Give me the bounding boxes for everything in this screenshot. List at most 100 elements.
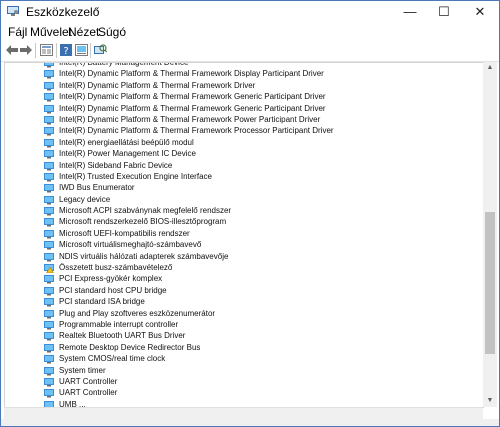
device-row[interactable]: Intel(R) Trusted Execution Engine Interf… — [5, 171, 483, 182]
menu-action[interactable]: Művelet — [30, 25, 72, 39]
warning-device-icon — [44, 262, 54, 274]
back-arrow-icon[interactable] — [5, 43, 19, 57]
scrollbar-thumb[interactable] — [485, 212, 495, 354]
device-row[interactable]: Microsoft ACPI szabványnak megfelelő ren… — [5, 205, 483, 216]
device-manager-app-icon — [7, 6, 19, 17]
device-label: Intel(R) Sideband Fabric Device — [59, 160, 173, 170]
device-label: PCI standard host CPU bridge — [59, 285, 167, 295]
device-row[interactable]: Intel(R) Dynamic Platform & Thermal Fram… — [5, 80, 483, 91]
device-label: System timer — [59, 365, 106, 375]
system-device-icon — [44, 330, 54, 341]
system-device-icon — [44, 171, 54, 182]
system-device-icon — [44, 148, 54, 159]
device-row[interactable]: Programmable interrupt controller — [5, 319, 483, 330]
device-row[interactable]: Microsoft rendszerkezelő BIOS-illesztőpr… — [5, 216, 483, 227]
system-device-icon — [44, 239, 54, 250]
update-driver-icon[interactable] — [74, 43, 88, 57]
device-label: Intel(R) energiaellátási beépülő modul — [59, 137, 194, 147]
device-row[interactable]: Intel(R) Sideband Fabric Device — [5, 160, 483, 171]
forward-arrow-icon[interactable] — [19, 43, 33, 57]
device-row[interactable]: Intel(R) Dynamic Platform & Thermal Fram… — [5, 103, 483, 114]
device-label: Intel(R) Battery Management Device — [59, 62, 189, 67]
device-row[interactable]: Összetett busz-számbavételező — [5, 262, 483, 274]
device-row[interactable]: System CMOS/real time clock — [5, 353, 483, 364]
device-label: Remote Desktop Device Redirector Bus — [59, 342, 201, 352]
toolbar-separator — [90, 43, 91, 58]
system-device-icon — [44, 353, 54, 364]
system-device-icon — [44, 91, 54, 102]
system-device-icon — [44, 342, 54, 353]
system-device-icon — [44, 251, 54, 262]
system-device-icon — [44, 194, 54, 205]
device-label: NDIS virtuális hálózati adapterek számba… — [59, 251, 229, 261]
scan-hardware-icon[interactable] — [93, 43, 107, 57]
toolbar-separator — [35, 43, 36, 58]
device-row[interactable]: Intel(R) Power Management IC Device — [5, 148, 483, 159]
menu-bar: Fájl Művelet Nézet Súgó — [1, 23, 499, 40]
system-device-icon — [44, 63, 54, 68]
device-row[interactable]: Realtek Bluetooth UART Bus Driver — [5, 330, 483, 341]
system-device-icon — [44, 80, 54, 91]
device-label: Microsoft UEFI-kompatibilis rendszer — [59, 228, 190, 238]
scroll-up-icon[interactable]: ▲ — [483, 62, 497, 74]
device-row[interactable]: Intel(R) Dynamic Platform & Thermal Fram… — [5, 91, 483, 102]
properties-icon[interactable] — [39, 43, 53, 57]
device-row[interactable]: Remote Desktop Device Redirector Bus — [5, 342, 483, 353]
system-device-icon — [44, 273, 54, 284]
device-row[interactable]: Plug and Play szoftveres eszközenumeráto… — [5, 308, 483, 319]
device-row[interactable]: Intel(R) Dynamic Platform & Thermal Fram… — [5, 114, 483, 125]
system-device-icon — [44, 160, 54, 171]
device-list: Intel(R) Battery Management Device Intel(… — [5, 62, 483, 408]
menu-help[interactable]: Súgó — [98, 25, 126, 39]
device-row[interactable]: Legacy device — [5, 194, 483, 205]
device-label: Intel(R) Trusted Execution Engine Interf… — [59, 171, 212, 181]
device-label: Microsoft rendszerkezelő BIOS-illesztőpr… — [59, 217, 227, 227]
device-row[interactable]: Intel(R) energiaellátási beépülő modul — [5, 137, 483, 148]
device-row[interactable]: Intel(R) Dynamic Platform & Thermal Fram… — [5, 68, 483, 79]
device-row[interactable]: Intel(R) Dynamic Platform & Thermal Fram… — [5, 125, 483, 136]
maximize-button[interactable]: ☐ — [427, 1, 461, 23]
device-label: PCI Express-gyökér komplex — [59, 274, 163, 284]
minimize-button[interactable]: — — [393, 1, 427, 23]
menu-file[interactable]: Fájl — [8, 25, 27, 39]
device-row[interactable]: NDIS virtuális hálózati adapterek számba… — [5, 251, 483, 262]
device-label: Intel(R) Dynamic Platform & Thermal Fram… — [59, 92, 326, 102]
device-row[interactable]: System timer — [5, 365, 483, 376]
device-label: Intel(R) Dynamic Platform & Thermal Fram… — [59, 114, 321, 124]
toolbar-separator — [56, 43, 57, 58]
device-label: Intel(R) Dynamic Platform & Thermal Fram… — [59, 103, 326, 113]
system-device-icon — [44, 365, 54, 376]
system-device-icon — [44, 376, 54, 387]
system-device-icon — [44, 228, 54, 239]
system-device-icon — [44, 68, 54, 79]
device-label: PCI standard ISA bridge — [59, 297, 145, 307]
device-label: UART Controller — [59, 388, 118, 398]
device-label: Microsoft ACPI szabványnak megfelelő ren… — [59, 206, 232, 216]
scroll-down-icon[interactable]: ▼ — [483, 395, 497, 407]
device-row[interactable]: PCI standard ISA bridge — [5, 296, 483, 307]
status-bar — [1, 419, 499, 426]
device-label: Realtek Bluetooth UART Bus Driver — [59, 331, 186, 341]
device-row[interactable]: IWD Bus Enumerator — [5, 182, 483, 193]
system-device-icon — [44, 137, 54, 148]
menu-view[interactable]: Nézet — [68, 25, 99, 39]
device-row[interactable]: Microsoft UEFI-kompatibilis rendszer — [5, 228, 483, 239]
device-label: IWD Bus Enumerator — [59, 183, 135, 193]
title-bar[interactable]: Eszközkezelő — ☐ ✕ — [1, 1, 499, 23]
device-row[interactable]: UART Controller — [5, 376, 483, 387]
device-row[interactable]: UART Controller — [5, 387, 483, 398]
system-device-icon — [44, 125, 54, 136]
system-device-icon — [44, 114, 54, 125]
device-label: Microsoft virtuálismeghajtó-számbavevő — [59, 240, 202, 250]
device-tree[interactable]: Intel(R) Battery Management Device Intel(… — [4, 62, 484, 408]
system-device-icon — [44, 103, 54, 114]
device-row[interactable]: PCI Express-gyökér komplex — [5, 273, 483, 284]
system-device-icon — [44, 319, 54, 330]
device-row[interactable]: PCI standard host CPU bridge — [5, 285, 483, 296]
vertical-scrollbar[interactable]: ▲ ▼ — [483, 62, 497, 407]
device-label: Intel(R) Dynamic Platform & Thermal Fram… — [59, 80, 256, 90]
help-icon[interactable]: ? — [59, 43, 73, 57]
close-button[interactable]: ✕ — [463, 1, 497, 23]
device-label: Intel(R) Dynamic Platform & Thermal Fram… — [59, 69, 324, 79]
device-row[interactable]: Microsoft virtuálismeghajtó-számbavevő — [5, 239, 483, 250]
